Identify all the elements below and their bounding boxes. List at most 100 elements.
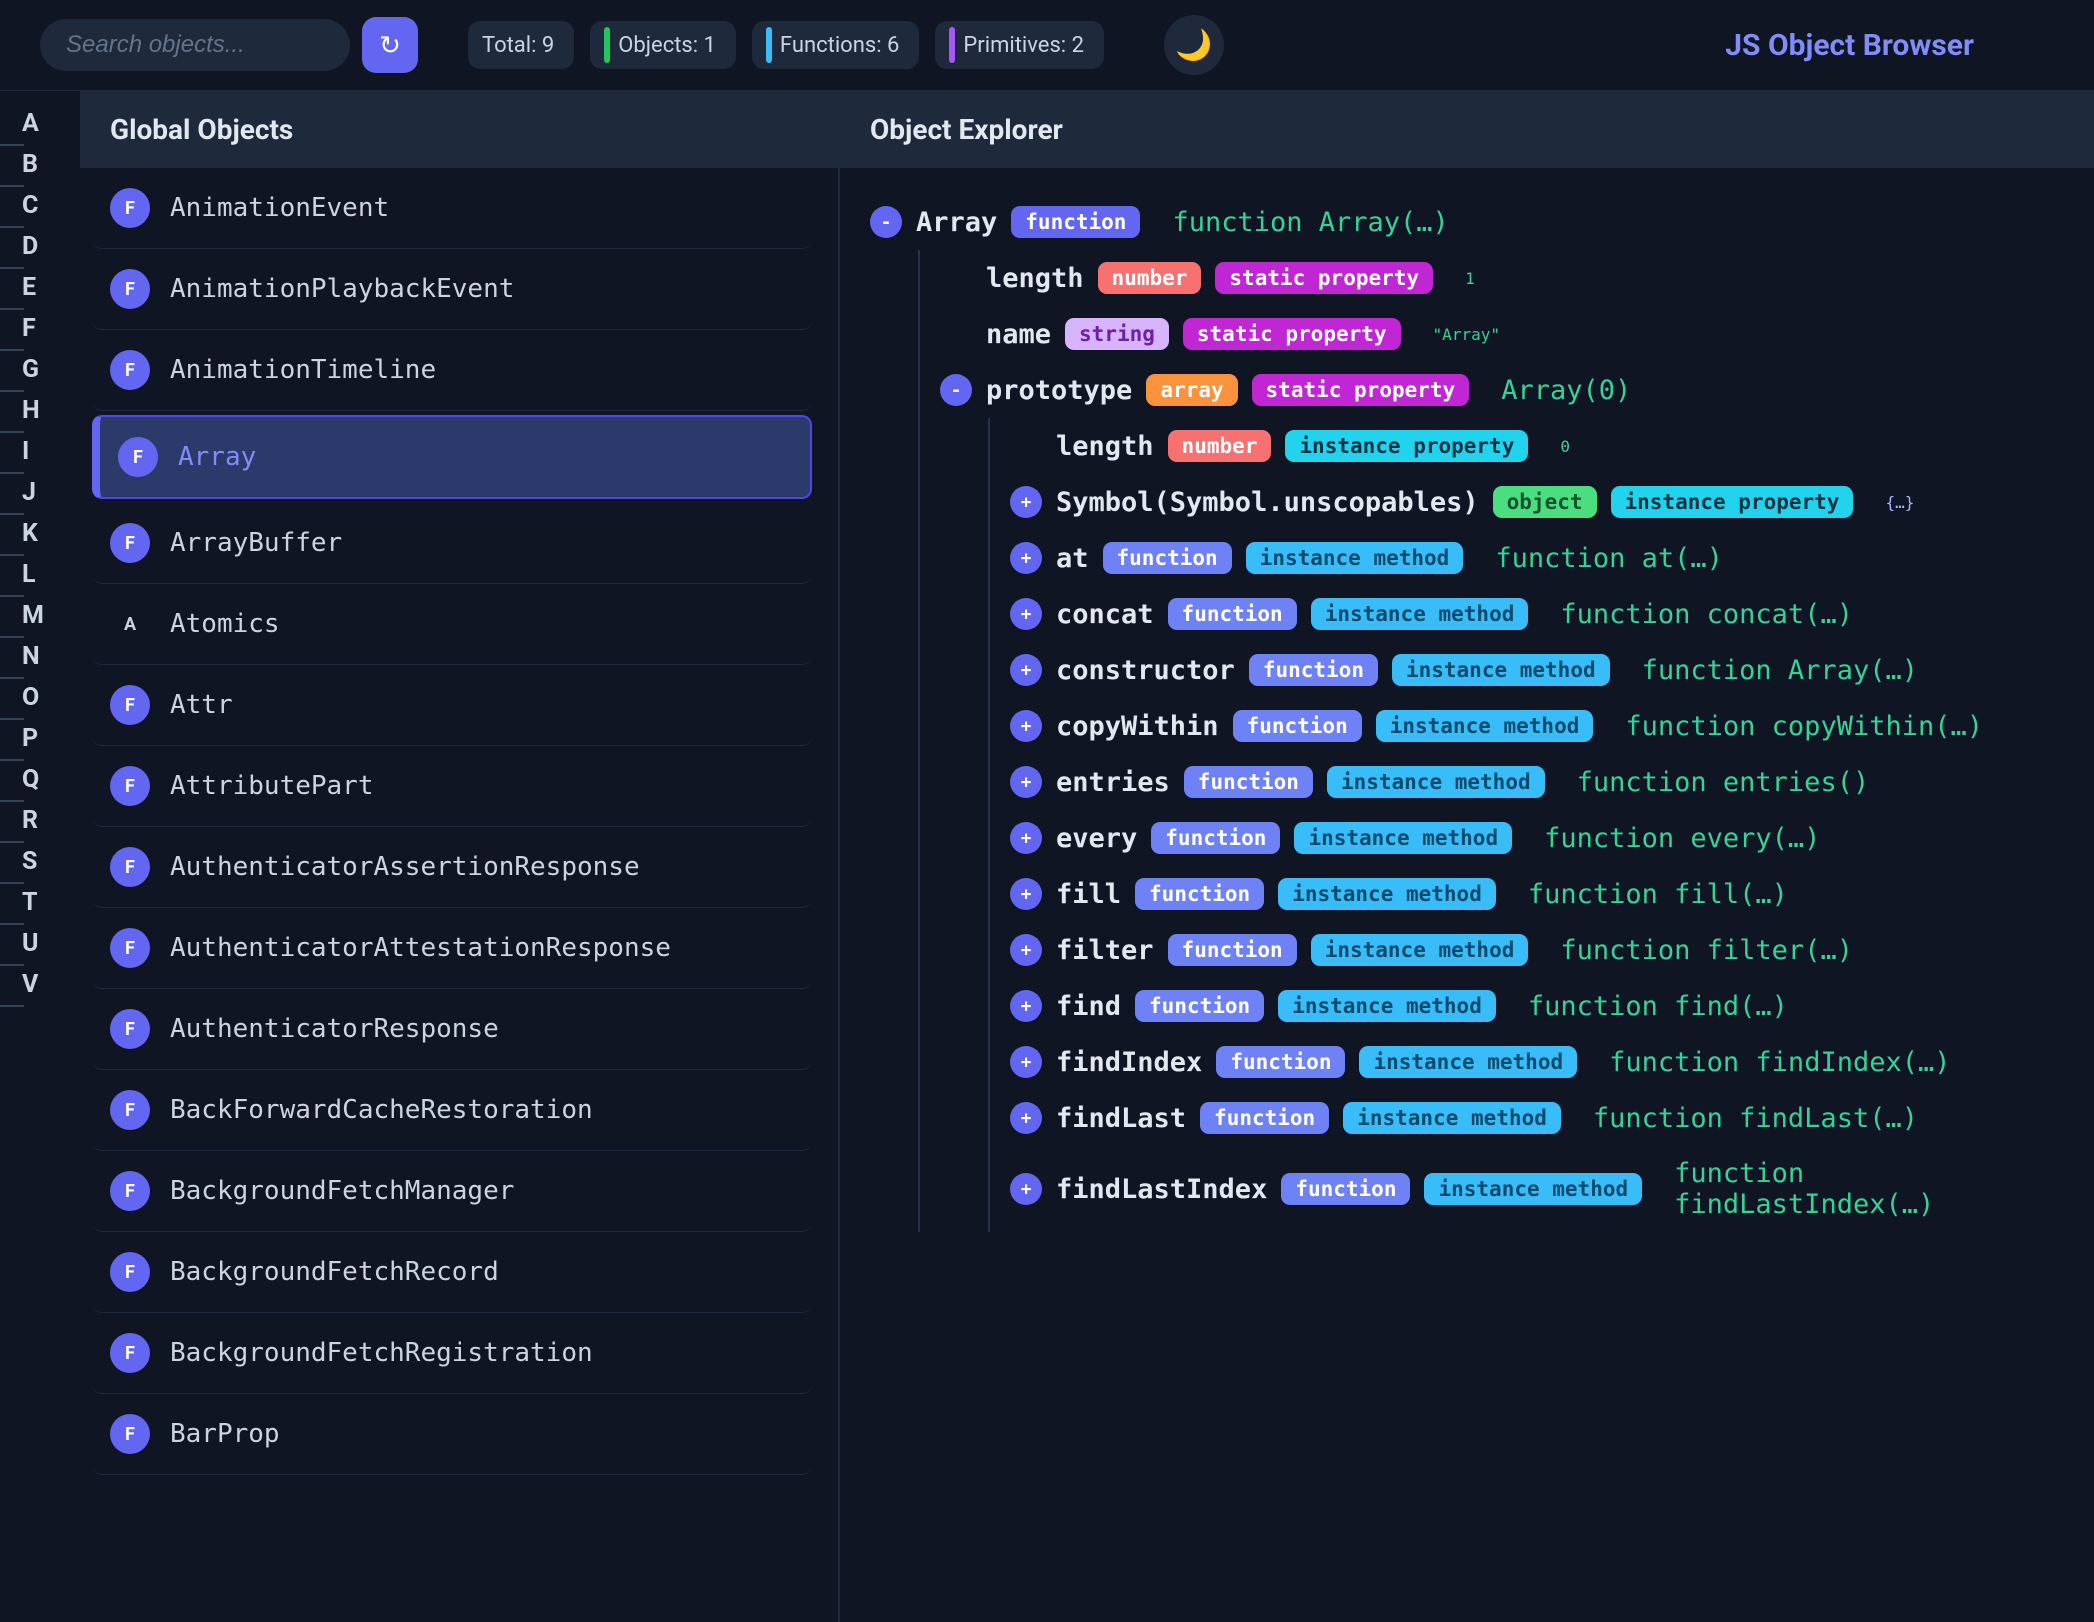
prop-name: Symbol(Symbol.unscopables) (1056, 487, 1479, 518)
az-letter-e[interactable]: E (0, 267, 80, 308)
expand-icon[interactable]: + (1010, 822, 1042, 854)
az-letter-o[interactable]: O (0, 677, 80, 718)
az-letter-t[interactable]: T (0, 882, 80, 923)
expand-icon[interactable]: + (1010, 990, 1042, 1022)
stat-functions: Functions: 6 (752, 21, 919, 69)
az-letter-v[interactable]: V (0, 964, 80, 1005)
sidebar-item-atomics[interactable]: AAtomics (92, 584, 812, 665)
az-letter-d[interactable]: D (0, 226, 80, 267)
prop-value: function at(…) (1495, 543, 1723, 574)
sidebar-item-animationplaybackevent[interactable]: FAnimationPlaybackEvent (92, 249, 812, 330)
prop-value: function findLastIndex(…) (1674, 1158, 2064, 1220)
tree-node-findlastindex[interactable]: +findLastIndexfunctioninstance methodfun… (1010, 1146, 2064, 1232)
tree-node-symbol-symbol-unscopables-[interactable]: +Symbol(Symbol.unscopables)objectinstanc… (1010, 474, 2064, 530)
az-letter-i[interactable]: I (0, 431, 80, 472)
sidebar-item-backforwardcacherestoration[interactable]: FBackForwardCacheRestoration (92, 1070, 812, 1151)
alphabet-rail: ABCDEFGHIJKLMNOPQRSTUV (0, 91, 80, 1622)
refresh-icon: ↻ (379, 30, 401, 61)
tree-node-copywithin[interactable]: +copyWithinfunctioninstance methodfuncti… (1010, 698, 2064, 754)
sidebar-item-backgroundfetchmanager[interactable]: FBackgroundFetchManager (92, 1151, 812, 1232)
search-input[interactable] (40, 19, 350, 71)
tag-instance-method: instance method (1246, 542, 1464, 574)
tree-node-fill[interactable]: +fillfunctioninstance methodfunction fil… (1010, 866, 2064, 922)
tree-node-every[interactable]: +everyfunctioninstance methodfunction ev… (1010, 810, 2064, 866)
tree-node-length[interactable]: lengthnumberinstance property0 (1010, 418, 2064, 474)
prop-value: "Array" (1433, 325, 1500, 344)
tree-node-at[interactable]: +atfunctioninstance methodfunction at(…) (1010, 530, 2064, 586)
az-letter-c[interactable]: C (0, 185, 80, 226)
az-letter-m[interactable]: M (0, 595, 80, 636)
collapse-icon[interactable]: - (940, 374, 972, 406)
tree-node-length[interactable]: lengthnumberstatic property1 (940, 250, 2064, 306)
expand-icon[interactable]: + (1010, 1046, 1042, 1078)
collapse-icon[interactable]: - (870, 206, 902, 238)
expand-icon[interactable]: + (1010, 1173, 1042, 1205)
az-letter-p[interactable]: P (0, 718, 80, 759)
az-letter-u[interactable]: U (0, 923, 80, 964)
tag-instance-method: instance method (1294, 822, 1512, 854)
tree-node-findindex[interactable]: +findIndexfunctioninstance methodfunctio… (1010, 1034, 2064, 1090)
sidebar-item-authenticatorresponse[interactable]: FAuthenticatorResponse (92, 989, 812, 1070)
az-letter-k[interactable]: K (0, 513, 80, 554)
prop-name: length (1056, 431, 1154, 462)
tree-node-concat[interactable]: +concatfunctioninstance methodfunction c… (1010, 586, 2064, 642)
stat-total-label: Total: 9 (482, 33, 554, 58)
type-badge: F (110, 685, 150, 725)
tree-node-constructor[interactable]: +constructorfunctioninstance methodfunct… (1010, 642, 2064, 698)
expand-icon[interactable]: + (1010, 710, 1042, 742)
sidebar-item-array[interactable]: FArray (92, 415, 812, 499)
tag-instance-method: instance method (1327, 766, 1545, 798)
az-letter-a[interactable]: A (0, 103, 80, 144)
sidebar-item-animationtimeline[interactable]: FAnimationTimeline (92, 330, 812, 411)
tag-function: function (1151, 822, 1280, 854)
expand-icon[interactable]: + (1010, 934, 1042, 966)
tree-node-prototype[interactable]: -prototypearraystatic propertyArray(0) (940, 362, 2064, 418)
object-tree[interactable]: -Arrayfunctionfunction Array(…)lengthnum… (840, 168, 2094, 1622)
expand-icon[interactable]: + (1010, 654, 1042, 686)
tree-node-find[interactable]: +findfunctioninstance methodfunction fin… (1010, 978, 2064, 1034)
prop-value: function concat(…) (1560, 599, 1853, 630)
expand-icon[interactable]: + (1010, 486, 1042, 518)
az-letter-q[interactable]: Q (0, 759, 80, 800)
sidebar-item-attributepart[interactable]: FAttributePart (92, 746, 812, 827)
expand-icon[interactable]: + (1010, 542, 1042, 574)
az-letter-r[interactable]: R (0, 800, 80, 841)
expand-icon[interactable]: + (1010, 878, 1042, 910)
tree-node-findlast[interactable]: +findLastfunctioninstance methodfunction… (1010, 1090, 2064, 1146)
prop-name: fill (1056, 879, 1121, 910)
sidebar-item-animationevent[interactable]: FAnimationEvent (92, 168, 812, 249)
prop-name: findIndex (1056, 1047, 1202, 1078)
expand-icon[interactable]: + (1010, 1102, 1042, 1134)
tag-static-property: static property (1252, 374, 1470, 406)
sidebar-item-attr[interactable]: FAttr (92, 665, 812, 746)
tree-node-name[interactable]: namestringstatic property"Array" (940, 306, 2064, 362)
refresh-button[interactable]: ↻ (362, 17, 418, 73)
az-letter-n[interactable]: N (0, 636, 80, 677)
tree-node-filter[interactable]: +filterfunctioninstance methodfunction f… (1010, 922, 2064, 978)
tag-number: number (1098, 262, 1202, 294)
sidebar-list[interactable]: FAnimationEventFAnimationPlaybackEventFA… (80, 168, 838, 1622)
tag-function: function (1135, 878, 1264, 910)
sidebar-item-label: BackgroundFetchRecord (170, 1257, 499, 1287)
tree-node-array[interactable]: -Arrayfunctionfunction Array(…) (870, 194, 2064, 250)
az-letter-g[interactable]: G (0, 349, 80, 390)
expand-icon[interactable]: + (1010, 766, 1042, 798)
sidebar-item-backgroundfetchrecord[interactable]: FBackgroundFetchRecord (92, 1232, 812, 1313)
theme-toggle-button[interactable]: 🌙 (1164, 15, 1224, 75)
az-letter-j[interactable]: J (0, 472, 80, 513)
sidebar-item-authenticatorattestationresponse[interactable]: FAuthenticatorAttestationResponse (92, 908, 812, 989)
az-letter-s[interactable]: S (0, 841, 80, 882)
sidebar-item-backgroundfetchregistration[interactable]: FBackgroundFetchRegistration (92, 1313, 812, 1394)
sidebar-item-arraybuffer[interactable]: FArrayBuffer (92, 503, 812, 584)
az-letter-h[interactable]: H (0, 390, 80, 431)
type-badge: F (110, 1414, 150, 1454)
az-letter-l[interactable]: L (0, 554, 80, 595)
sidebar-item-barprop[interactable]: FBarProp (92, 1394, 812, 1475)
expand-icon[interactable]: + (1010, 598, 1042, 630)
az-letter-b[interactable]: B (0, 144, 80, 185)
tag-instance-method: instance method (1311, 598, 1529, 630)
stat-objects-bar (604, 27, 610, 63)
sidebar-item-authenticatorassertionresponse[interactable]: FAuthenticatorAssertionResponse (92, 827, 812, 908)
tree-node-entries[interactable]: +entriesfunctioninstance methodfunction … (1010, 754, 2064, 810)
az-letter-f[interactable]: F (0, 308, 80, 349)
